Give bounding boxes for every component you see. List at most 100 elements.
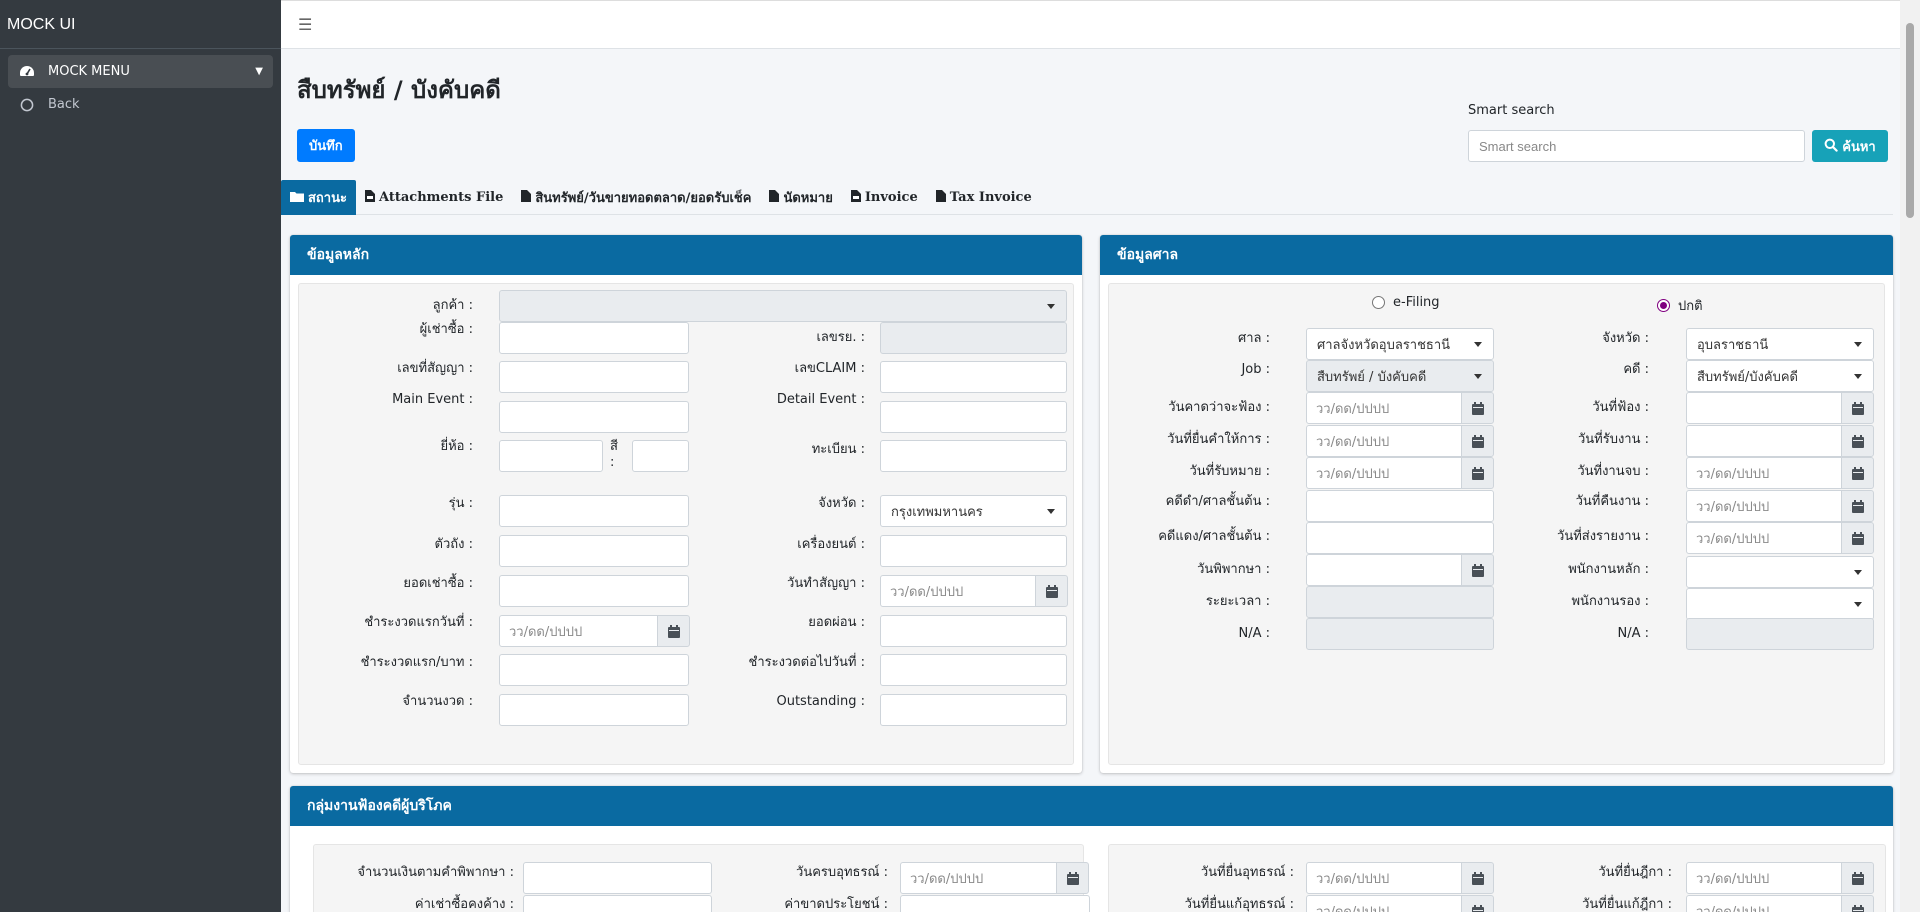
- first-pay-amount-input[interactable]: [499, 654, 689, 686]
- contract-date-input[interactable]: วว/ดด/ปปปป: [880, 575, 1036, 607]
- smart-search-input[interactable]: [1468, 130, 1805, 162]
- judgment-date-label: วันพิพากษา :: [1197, 562, 1270, 577]
- return-date-input[interactable]: วว/ดด/ปปปป: [1686, 490, 1842, 522]
- tab-label: สินทรัพย์/วันขายทอดตลาด/ยอดรับเช็ค: [535, 191, 752, 206]
- claim-input[interactable]: [880, 361, 1067, 393]
- main-event-input[interactable]: [499, 401, 689, 433]
- appeal-file-date-input[interactable]: วว/ดด/ปปปป: [1306, 862, 1462, 894]
- tab-invoice[interactable]: Invoice: [842, 180, 927, 215]
- contract-label: เลขที่สัญญา :: [397, 361, 473, 376]
- sub-staff-select[interactable]: [1686, 588, 1874, 620]
- sue-date-input[interactable]: [1686, 392, 1842, 424]
- scrollbar-thumb[interactable]: [1906, 23, 1914, 218]
- hamburger-menu-icon[interactable]: ☰: [298, 15, 312, 34]
- tab-attachments[interactable]: Attachments File: [356, 180, 512, 215]
- overdue-rent-label: ค่าเช่าซื้อคงค้าง :: [414, 897, 514, 912]
- sidebar-item-back[interactable]: Back: [8, 88, 273, 121]
- brand-logo[interactable]: MOCK UI: [0, 0, 281, 49]
- vertical-scrollbar[interactable]: [1900, 0, 1920, 912]
- hire-total-input[interactable]: [499, 575, 689, 607]
- supreme-amend-label: วันที่ยื่นแก้ฎีกา :: [1582, 897, 1672, 912]
- main-staff-label: พนักงานหลัก :: [1568, 562, 1649, 577]
- radio-button[interactable]: [1372, 296, 1385, 309]
- summons-date-label: วันที่รับหมาย :: [1189, 464, 1270, 479]
- calendar-icon[interactable]: [1461, 392, 1494, 424]
- duration-input[interactable]: [1306, 586, 1494, 618]
- detail-event-label: Detail Event :: [776, 392, 865, 407]
- model-input[interactable]: [499, 495, 689, 527]
- calendar-icon[interactable]: [1841, 862, 1874, 894]
- calendar-icon[interactable]: [1841, 522, 1874, 554]
- engine-input[interactable]: [880, 535, 1067, 567]
- supreme-amend-date-input[interactable]: วว/ดด/ปปปป: [1686, 895, 1842, 912]
- accept-date-input[interactable]: [1686, 425, 1842, 457]
- tab-assets[interactable]: สินทรัพย์/วันขายทอดตลาด/ยอดรับเช็ค: [512, 180, 760, 215]
- judgment-amount-input[interactable]: [523, 862, 712, 894]
- calendar-icon[interactable]: [1461, 554, 1494, 586]
- contract-input[interactable]: [499, 361, 689, 393]
- brand-input[interactable]: [499, 440, 603, 472]
- calendar-icon[interactable]: [1461, 457, 1494, 489]
- na-right-label: N/A :: [1617, 626, 1649, 641]
- efiling-radio[interactable]: e-Filing: [1372, 295, 1440, 310]
- search-icon: [1824, 138, 1838, 155]
- calendar-icon[interactable]: [1056, 862, 1089, 894]
- reg-no-input[interactable]: [880, 322, 1067, 354]
- expected-sue-date-input[interactable]: วว/ดด/ปปปป: [1306, 392, 1462, 424]
- calendar-icon[interactable]: [1841, 425, 1874, 457]
- body-input[interactable]: [499, 535, 689, 567]
- report-date-input[interactable]: วว/ดด/ปปปป: [1686, 522, 1842, 554]
- province-select[interactable]: กรุงเทพมหานคร: [880, 495, 1067, 527]
- customer-select[interactable]: [499, 290, 1067, 322]
- calendar-icon[interactable]: [1841, 490, 1874, 522]
- appeal-due-date-input[interactable]: วว/ดด/ปปปป: [900, 862, 1057, 894]
- sidebar-item-mock-menu[interactable]: MOCK MENU ▼: [8, 55, 273, 88]
- sue-date-label: วันที่ฟ้อง :: [1592, 400, 1649, 415]
- overdue-rent-input[interactable]: [523, 895, 712, 912]
- installment-input[interactable]: [880, 615, 1067, 647]
- renter-input[interactable]: [499, 322, 689, 354]
- expected-sue-label: วันคาดว่าจะฟ้อง :: [1168, 400, 1270, 415]
- na-right-input[interactable]: [1686, 618, 1874, 650]
- detail-event-input[interactable]: [880, 401, 1067, 433]
- calendar-icon[interactable]: [1841, 457, 1874, 489]
- first-pay-date-input[interactable]: วว/ดด/ปปปป: [499, 615, 658, 647]
- black-case-input[interactable]: [1306, 490, 1494, 522]
- tab-tax-invoice[interactable]: Tax Invoice: [927, 180, 1041, 215]
- job-select[interactable]: สืบทรัพย์ / บังคับคดี: [1306, 360, 1494, 392]
- appeal-amend-date-input[interactable]: วว/ดด/ปปปป: [1306, 895, 1462, 912]
- na-left-input[interactable]: [1306, 618, 1494, 650]
- calendar-icon[interactable]: [1461, 895, 1494, 912]
- top-navbar: ☰: [281, 0, 1900, 49]
- summons-date-input[interactable]: วว/ดด/ปปปป: [1306, 457, 1462, 489]
- case-select[interactable]: สืบทรัพย์/บังคับคดี: [1686, 360, 1874, 392]
- periods-input[interactable]: [499, 694, 689, 726]
- radio-button[interactable]: [1657, 299, 1670, 312]
- calendar-icon[interactable]: [1035, 575, 1068, 607]
- calendar-icon[interactable]: [1461, 862, 1494, 894]
- court-select[interactable]: ศาลจังหวัดอุบลราชธานี: [1306, 328, 1494, 360]
- calendar-icon[interactable]: [1461, 425, 1494, 457]
- tab-status[interactable]: สถานะ: [281, 180, 356, 215]
- color-input[interactable]: [632, 440, 689, 472]
- loss-benefit-input[interactable]: [900, 895, 1090, 912]
- normal-radio[interactable]: ปกติ: [1657, 295, 1703, 316]
- judgment-date-input[interactable]: [1306, 554, 1462, 586]
- testimony-date-input[interactable]: วว/ดด/ปปปป: [1306, 425, 1462, 457]
- outstanding-input[interactable]: [880, 694, 1067, 726]
- tab-appointments[interactable]: นัดหมาย: [760, 180, 841, 215]
- job-end-date-input[interactable]: วว/ดด/ปปปป: [1686, 457, 1842, 489]
- calendar-icon[interactable]: [1841, 392, 1874, 424]
- calendar-icon[interactable]: [657, 615, 690, 647]
- supreme-file-date-input[interactable]: วว/ดด/ปปปป: [1686, 862, 1842, 894]
- next-pay-date-input[interactable]: [880, 654, 1067, 686]
- search-button[interactable]: ค้นหา: [1812, 130, 1888, 162]
- plate-input[interactable]: [880, 440, 1067, 472]
- tab-label: Tax Invoice: [949, 190, 1032, 205]
- duration-label: ระยะเวลา :: [1205, 594, 1270, 609]
- save-button[interactable]: บันทึก: [297, 129, 355, 162]
- main-staff-select[interactable]: [1686, 556, 1874, 588]
- red-case-input[interactable]: [1306, 522, 1494, 554]
- calendar-icon[interactable]: [1841, 895, 1874, 912]
- province-select[interactable]: อุบลราชธานี: [1686, 328, 1874, 360]
